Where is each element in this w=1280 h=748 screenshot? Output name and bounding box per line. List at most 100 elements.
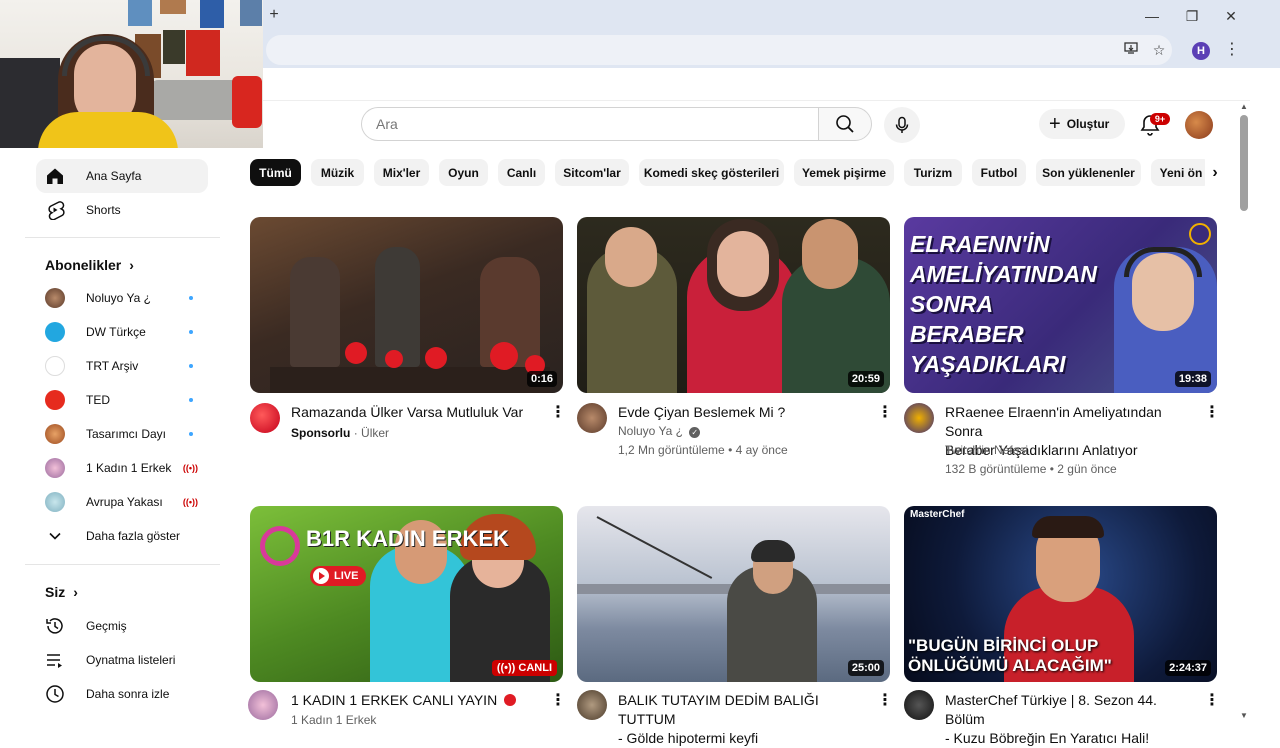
chip-music[interactable]: Müzik [311, 159, 364, 186]
video-menu-icon[interactable]: ⋮ [877, 403, 893, 423]
sidebar-item-tasarimci-dayi[interactable]: Tasarımcı Dayı [36, 417, 208, 451]
minimize-button[interactable]: — [1142, 6, 1162, 26]
chip-recently-uploaded[interactable]: Son yüklenenler [1036, 159, 1141, 186]
video-title[interactable]: Evde Çiyan Beslemek Mi ? [618, 403, 873, 422]
account-avatar[interactable] [1185, 111, 1213, 139]
window-close-button[interactable]: ✕ [1221, 6, 1241, 26]
scrollbar-thumb[interactable] [1240, 115, 1248, 211]
page-scrollbar[interactable]: ▲ ▼ [1238, 101, 1250, 720]
video-title[interactable]: 1 KADIN 1 ERKEK CANLI YAYIN [291, 691, 546, 710]
sidebar-item-trt-arsiv[interactable]: TRT Arşiv [36, 349, 208, 383]
channel-avatar[interactable] [904, 690, 934, 720]
voice-search-button[interactable] [884, 107, 920, 143]
channel-avatar [45, 322, 65, 342]
video-meta: 1,2 Mn görüntüleme • 4 ay önce [618, 443, 788, 457]
video-menu-icon[interactable]: ⋮ [1204, 403, 1220, 423]
channel-avatar[interactable] [248, 690, 278, 720]
live-badge: ((•)) CANLI [491, 660, 557, 676]
scroll-down-arrow-icon[interactable]: ▼ [1239, 711, 1249, 720]
video-title[interactable]: Ramazanda Ülker Varsa Mutluluk Var [291, 403, 546, 422]
live-indicator-icon: ((•)) [182, 497, 198, 507]
sidebar-item-noluyo-ya[interactable]: Noluyo Ya ¿ [36, 281, 208, 315]
browser-profile-avatar[interactable]: H [1192, 42, 1210, 60]
sidebar-item-1-kadin-1-erkek[interactable]: 1 Kadın 1 Erkek ((•)) [36, 451, 208, 485]
subscriptions-heading[interactable]: Abonelikler › [45, 257, 134, 273]
create-button[interactable]: + Oluştur [1039, 109, 1125, 139]
search-button[interactable] [818, 107, 872, 141]
video-thumbnail[interactable]: 25:00 [577, 506, 890, 682]
shorts-icon [45, 200, 65, 220]
video-duration: 25:00 [847, 660, 884, 676]
chip-all[interactable]: Tümü [250, 159, 301, 186]
scroll-up-arrow-icon[interactable]: ▲ [1239, 102, 1249, 111]
channel-avatar[interactable] [577, 690, 607, 720]
sidebar-item-playlists[interactable]: Oynatma listeleri [36, 643, 208, 677]
sidebar-item-label: Tasarımcı Dayı [86, 427, 167, 441]
sidebar-item-shorts[interactable]: Shorts [36, 193, 208, 227]
channel-avatar[interactable] [250, 403, 280, 433]
you-heading[interactable]: Siz › [45, 584, 78, 600]
chip-cooking[interactable]: Yemek pişirme [794, 159, 894, 186]
video-thumbnail[interactable]: ELRAENN'İN AMELİYATINDAN SONRA BERABER Y… [904, 217, 1217, 393]
address-bar[interactable] [266, 35, 1172, 65]
sidebar-divider [25, 564, 220, 565]
chevron-right-icon: › [129, 257, 134, 273]
chip-football[interactable]: Futbol [972, 159, 1026, 186]
install-app-icon[interactable] [1121, 40, 1141, 60]
sidebar-item-home[interactable]: Ana Sayfa [36, 159, 208, 193]
video-menu-icon[interactable]: ⋮ [550, 691, 566, 711]
channel-avatar[interactable] [577, 403, 607, 433]
chip-sitcoms[interactable]: Sitcom'lar [555, 159, 629, 186]
chip-gaming[interactable]: Oyun [439, 159, 488, 186]
channel-name[interactable]: Twitch'in Nefesi [945, 441, 1200, 459]
bookmark-star-icon[interactable]: ☆ [1149, 40, 1169, 60]
plus-icon: + [1049, 113, 1061, 135]
video-menu-icon[interactable]: ⋮ [877, 691, 893, 711]
video-thumbnail[interactable]: B1R KADIN ERKEK LIVE ((•)) CANLI [250, 506, 563, 682]
video-thumbnail[interactable]: MasterChef "BUGÜN BİRİNCİ OLUP ÖNLÜĞÜMÜ … [904, 506, 1217, 682]
sidebar-item-history[interactable]: Geçmiş [36, 609, 208, 643]
chips-next-arrow-icon[interactable]: › [1205, 159, 1225, 186]
channel-line: Noluyo Ya ¿ ✓ [618, 422, 873, 440]
channel-name[interactable]: Ülker [361, 426, 389, 440]
chip-comedy-sketches[interactable]: Komedi skeç gösterileri [639, 159, 784, 186]
video-thumbnail[interactable]: 20:59 [577, 217, 890, 393]
thumbnail-quote-line: "BUGÜN BİRİNCİ OLUP [908, 636, 1099, 655]
video-menu-icon[interactable]: ⋮ [1204, 691, 1220, 711]
thumbnail-text-line: AMELİYATINDAN [910, 261, 1097, 287]
channel-avatar[interactable] [904, 403, 934, 433]
new-content-dot [189, 432, 193, 436]
new-tab-button[interactable]: + [266, 6, 282, 24]
video-thumbnail[interactable]: 0:16 [250, 217, 563, 393]
new-content-dot [189, 296, 193, 300]
browser-menu-icon[interactable]: ⋮ [1224, 40, 1240, 60]
search-box [361, 107, 818, 141]
sidebar-divider [25, 237, 220, 238]
channel-logo-icon [1189, 223, 1211, 245]
chip-new-to-you[interactable]: Yeni ön [1151, 159, 1211, 186]
thumbnail-brand-label: MasterChef [910, 509, 965, 520]
sidebar-item-label: Ana Sayfa [86, 169, 142, 183]
sidebar-item-dw-turkce[interactable]: DW Türkçe [36, 315, 208, 349]
sidebar-item-label: Daha sonra izle [86, 687, 170, 701]
chip-mixes[interactable]: Mix'ler [374, 159, 429, 186]
chip-tourism[interactable]: Turizm [904, 159, 962, 186]
thumbnail-text-line: BERABER [910, 321, 1024, 347]
channel-name[interactable]: Noluyo Ya ¿ [618, 424, 683, 438]
channel-name[interactable]: 1 Kadın 1 Erkek [291, 711, 546, 729]
thumbnail-logo: B1R KADIN ERKEK [306, 526, 509, 551]
sidebar-item-avrupa-yakasi[interactable]: Avrupa Yakası ((•)) [36, 485, 208, 519]
sidebar-item-ted[interactable]: TED [36, 383, 208, 417]
show-more-button[interactable]: Daha fazla göster [36, 519, 208, 553]
channel-avatar [45, 424, 65, 444]
webcam-overlay [0, 0, 263, 148]
live-dot-icon [504, 694, 517, 706]
gender-symbol-icon [260, 526, 300, 566]
chip-live[interactable]: Canlı [498, 159, 545, 186]
video-menu-icon[interactable]: ⋮ [550, 403, 566, 423]
video-duration: 2:24:37 [1165, 660, 1211, 676]
create-label: Oluştur [1066, 117, 1110, 131]
search-input[interactable] [362, 108, 818, 140]
sidebar-item-watch-later[interactable]: Daha sonra izle [36, 677, 208, 711]
restore-button[interactable]: ❐ [1182, 6, 1202, 26]
